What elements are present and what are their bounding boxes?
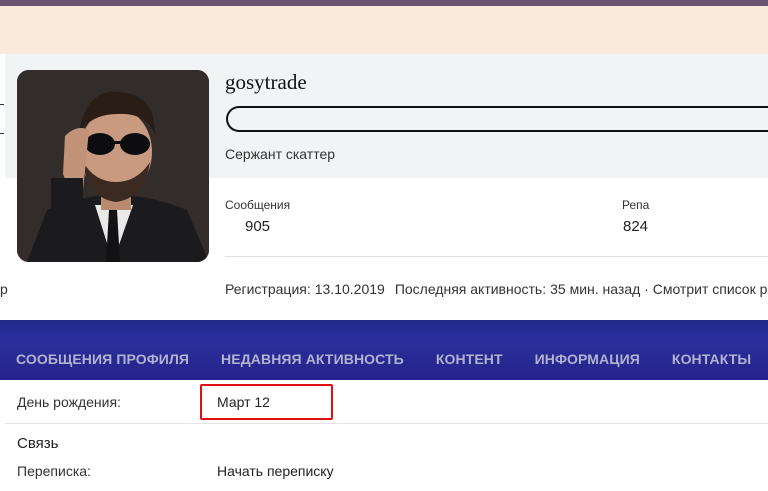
edge-tick bbox=[0, 133, 4, 134]
registration-label: Регистрация: bbox=[225, 281, 311, 297]
username: gosytrade bbox=[225, 70, 307, 94]
registration-line: Регистрация: 13.10.2019 Последняя активнос… bbox=[225, 281, 768, 297]
last-activity-label: Последняя активность: bbox=[394, 281, 547, 297]
conversation-label: Переписка: bbox=[17, 463, 91, 479]
tab-information[interactable]: ИНФОРМАЦИЯ bbox=[535, 351, 640, 367]
profile-tabs: СООБЩЕНИЯ ПРОФИЛЯ НЕДАВНЯЯ АКТИВНОСТЬ КО… bbox=[0, 340, 768, 378]
edge-fragment: р bbox=[0, 281, 8, 297]
tab-profile-posts[interactable]: СООБЩЕНИЯ ПРОФИЛЯ bbox=[16, 351, 189, 367]
tab-contacts[interactable]: КОНТАКТЫ bbox=[672, 351, 751, 367]
highlight-box bbox=[200, 384, 333, 420]
stat-reputation-value[interactable]: 824 bbox=[623, 218, 648, 235]
edge-tick bbox=[0, 104, 4, 105]
tab-recent-activity[interactable]: НЕДАВНЯЯ АКТИВНОСТЬ bbox=[221, 351, 404, 367]
stat-reputation-label: Репа bbox=[622, 198, 650, 212]
start-conversation-link[interactable]: Начать переписку bbox=[217, 463, 334, 479]
section-divider bbox=[5, 423, 768, 424]
avatar-image bbox=[17, 70, 209, 262]
progress-bar bbox=[226, 106, 768, 132]
registration-date: 13.10.2019 bbox=[314, 281, 385, 297]
contact-section-title: Связь bbox=[17, 435, 59, 452]
header-background bbox=[0, 6, 768, 54]
divider bbox=[225, 256, 768, 257]
birthday-label: День рождения: bbox=[17, 394, 121, 410]
tab-content[interactable]: КОНТЕНТ bbox=[436, 351, 503, 367]
stat-messages-label: Сообщения bbox=[225, 198, 291, 212]
avatar[interactable] bbox=[17, 70, 209, 262]
last-activity-value: 35 мин. назад · Смотрит список р bbox=[550, 281, 768, 297]
stat-messages-value[interactable]: 905 bbox=[245, 218, 270, 235]
user-rank: Сержант скаттер bbox=[225, 146, 336, 162]
